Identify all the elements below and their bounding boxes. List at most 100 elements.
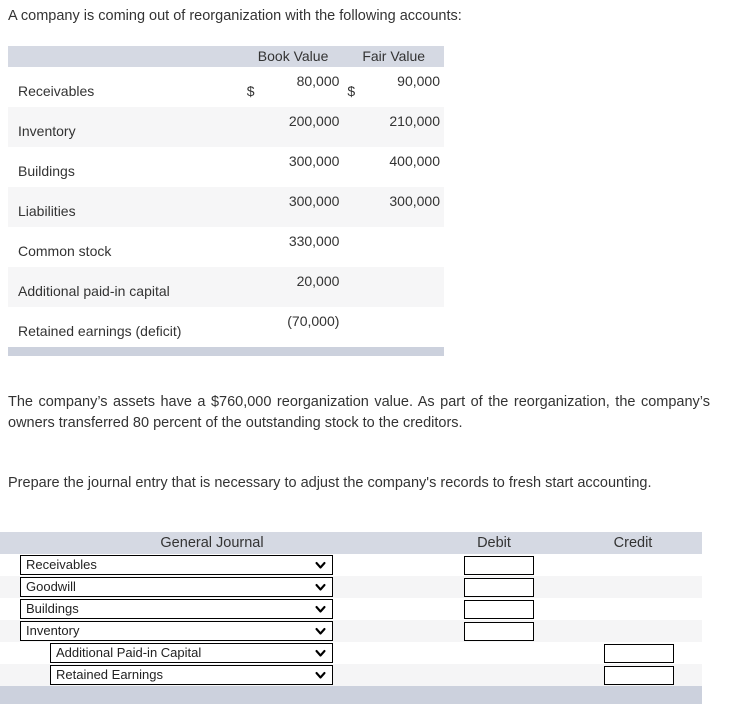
amount-value: 300,000: [389, 193, 440, 209]
account-select-value: Retained Earnings: [56, 667, 163, 682]
credit-cell: [564, 576, 702, 598]
table-row: Retained earnings (deficit) (70,000): [8, 307, 444, 347]
balances-footer: [8, 347, 444, 356]
table-row: Additional paid-in capital 20,000: [8, 267, 444, 307]
account-label: Additional paid-in capital: [18, 283, 170, 299]
account-select[interactable]: Retained Earnings: [50, 665, 333, 685]
fair-value-cell: [343, 227, 444, 267]
book-value-cell: $80,000: [243, 67, 344, 107]
intro-text: A company is coming out of reorganizatio…: [8, 8, 462, 24]
account-label: Retained earnings (deficit): [18, 323, 182, 339]
account-select-cell: Buildings: [0, 598, 424, 620]
debit-input[interactable]: [464, 621, 534, 641]
journal-row: Additional Paid-in Capital: [0, 642, 702, 664]
debit-cell: [424, 664, 564, 686]
account-select[interactable]: Additional Paid-in Capital: [50, 643, 333, 663]
book-value-cell: (70,000): [243, 307, 344, 347]
chevron-down-icon: [315, 645, 326, 662]
amount-value: (70,000): [287, 313, 340, 329]
credit-cell: [564, 620, 702, 642]
debit-cell: [424, 598, 564, 620]
account-label: Inventory: [18, 123, 76, 139]
amount-value: 300,000: [288, 153, 340, 169]
journal-row: Retained Earnings: [0, 664, 702, 686]
credit-cell: [564, 664, 702, 686]
chevron-down-icon: [315, 623, 326, 640]
debit-input[interactable]: [464, 555, 534, 575]
balances-footer-row: [8, 347, 444, 356]
credit-cell: [564, 554, 702, 576]
prepare-instruction-paragraph: Prepare the journal entry that is necess…: [8, 475, 652, 491]
amount-value: 330,000: [288, 233, 340, 249]
journal-header-debit: Debit: [424, 532, 564, 554]
journal-footer-spacer-cell: [0, 686, 702, 695]
book-value-cell: 300,000: [243, 147, 344, 187]
debit-input[interactable]: [464, 599, 534, 619]
credit-input[interactable]: [604, 643, 674, 663]
debit-cell: [424, 576, 564, 598]
account-select-value: Receivables: [26, 557, 97, 572]
balances-header-fair-value: Fair Value: [343, 46, 444, 67]
account-select[interactable]: Receivables: [20, 555, 333, 575]
debit-cell: [424, 642, 564, 664]
fair-value-cell: 300,000: [343, 187, 444, 227]
fair-value-cell: $90,000: [343, 67, 444, 107]
general-journal-table: General Journal Debit Credit Receivables…: [0, 532, 702, 704]
journal-row: Inventory: [0, 620, 702, 642]
account-select-cell: Goodwill: [0, 576, 424, 598]
account-select-value: Additional Paid-in Capital: [56, 645, 202, 660]
balances-header-label: [8, 46, 243, 67]
amount-value: 200,000: [288, 113, 340, 129]
fair-value-cell: [343, 307, 444, 347]
journal-row: Buildings: [0, 598, 702, 620]
book-value-cell: 300,000: [243, 187, 344, 227]
book-value-cell: 330,000: [243, 227, 344, 267]
reorganization-paragraph: The company’s assets have a $760,000 reo…: [8, 394, 710, 431]
journal-row: Goodwill: [0, 576, 702, 598]
journal-header-general-journal: General Journal: [0, 532, 424, 554]
account-select-cell: Additional Paid-in Capital: [0, 642, 424, 664]
fair-value-cell: [343, 267, 444, 307]
chevron-down-icon: [315, 601, 326, 618]
amount-value: 210,000: [389, 113, 440, 129]
table-row: Inventory 200,000 210,000: [8, 107, 444, 147]
account-select-value: Goodwill: [26, 579, 76, 594]
chevron-down-icon: [315, 579, 326, 596]
balances-body: Receivables $80,000 $90,000 Inventory 200,00…: [8, 67, 444, 347]
account-select-value: Inventory: [26, 623, 80, 638]
amount-value: 300,000: [288, 193, 340, 209]
fair-value-cell: 400,000: [343, 147, 444, 187]
balances-header-book-value: Book Value: [242, 46, 344, 67]
journal-footer-spacer: [0, 686, 702, 695]
worksheet-page: A company is coming out of reorganizatio…: [0, 0, 736, 723]
amount-value: 400,000: [389, 153, 440, 169]
account-select[interactable]: Inventory: [20, 621, 333, 641]
debit-input[interactable]: [464, 577, 534, 597]
account-label: Liabilities: [18, 203, 76, 219]
journal-header: General Journal Debit Credit: [0, 532, 702, 554]
table-row: Receivables $80,000 $90,000: [8, 67, 444, 107]
chevron-down-icon: [315, 557, 326, 574]
credit-input[interactable]: [604, 665, 674, 685]
account-select-cell: Receivables: [0, 554, 424, 576]
journal-footer-row: [0, 695, 702, 704]
journal-footer: [0, 686, 702, 704]
amount-value: 80,000: [296, 73, 340, 89]
chevron-down-icon: [315, 667, 326, 684]
account-select-value: Buildings: [26, 601, 79, 616]
account-label: Common stock: [18, 243, 112, 259]
amount-value: 90,000: [397, 73, 440, 89]
journal-body: Receivables Goodwill Buildings Inventory Add…: [0, 554, 702, 686]
journal-header-credit: Credit: [564, 532, 702, 554]
journal-footer-band: [0, 695, 702, 704]
account-select-cell: Inventory: [0, 620, 424, 642]
account-label: Receivables: [18, 83, 95, 99]
account-label: Buildings: [18, 163, 75, 179]
balances-header-row: Book Value Fair Value: [8, 46, 444, 67]
account-select[interactable]: Buildings: [20, 599, 333, 619]
table-row: Buildings 300,000 400,000: [8, 147, 444, 187]
account-select[interactable]: Goodwill: [20, 577, 333, 597]
account-select-cell: Retained Earnings: [0, 664, 424, 686]
credit-cell: [564, 598, 702, 620]
book-value-cell: 200,000: [243, 107, 344, 147]
